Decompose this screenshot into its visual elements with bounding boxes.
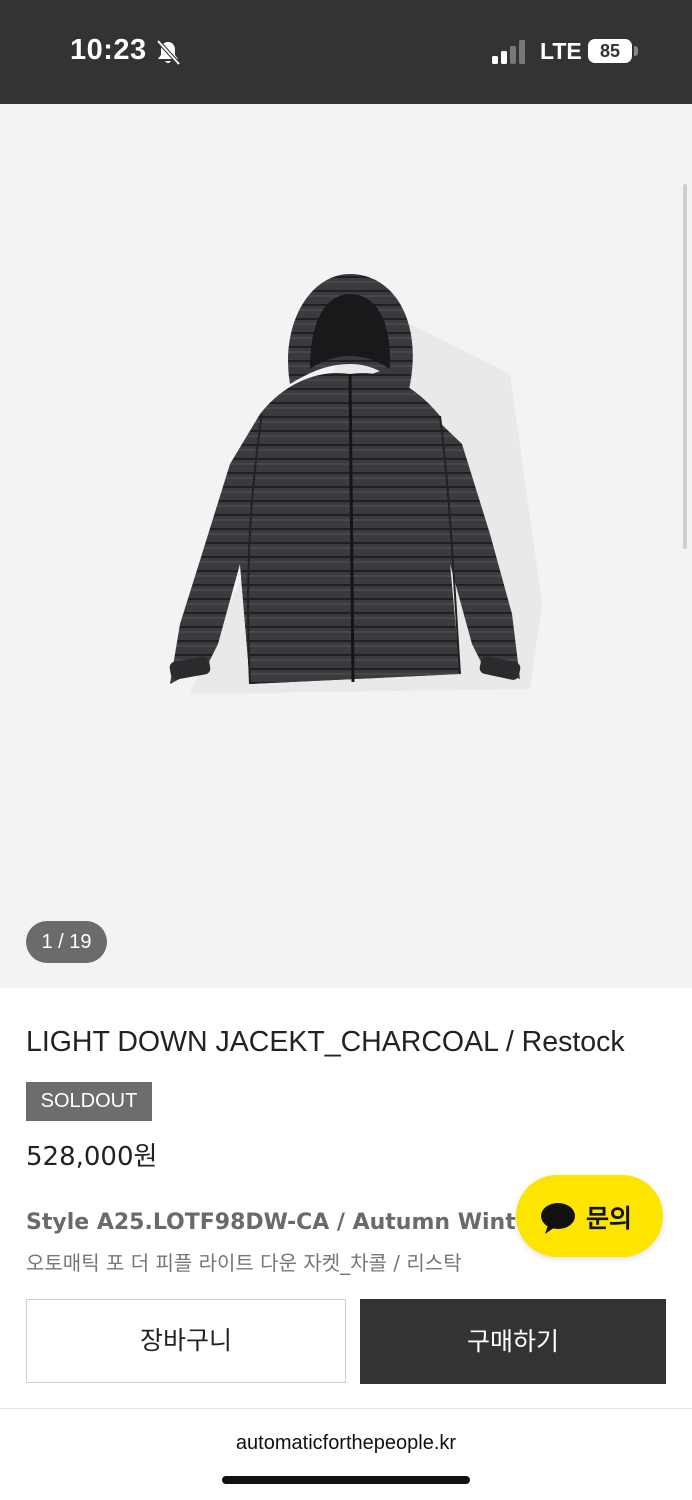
bell-slash-icon — [156, 39, 181, 66]
purchase-action-bar: 장바구니 구매하기 — [0, 1281, 692, 1409]
inquiry-label: 문의 — [586, 1204, 633, 1233]
battery-indicator: 85 — [588, 39, 632, 63]
add-to-cart-button[interactable]: 장바구니 — [26, 1299, 346, 1383]
product-price: 528,000원 — [26, 1142, 158, 1172]
gallery-scrollbar[interactable] — [683, 184, 687, 549]
product-image-gallery[interactable]: 1 / 19 — [0, 104, 692, 988]
url-text[interactable]: automaticforthepeople.kr — [0, 1432, 692, 1455]
soldout-badge: SOLDOUT — [26, 1082, 152, 1121]
image-page-indicator: 1 / 19 — [26, 921, 107, 963]
network-label: LTE — [540, 38, 582, 64]
product-title: LIGHT DOWN JACEKT_CHARCOAL / Restock — [26, 1026, 625, 1058]
buy-now-button[interactable]: 구매하기 — [360, 1299, 666, 1384]
home-indicator[interactable] — [222, 1476, 470, 1484]
signal-icon — [492, 40, 525, 64]
inquiry-chat-button[interactable]: 문의 — [516, 1175, 663, 1257]
product-korean-name: 오토매틱 포 더 피플 라이트 다운 자켓_차콜 / 리스탁 — [26, 1251, 462, 1275]
status-time: 10:23 — [70, 34, 147, 66]
battery-cap — [634, 46, 638, 56]
chat-bubble-icon — [541, 1203, 575, 1234]
status-bar: 10:23 LTE 85 — [0, 0, 692, 104]
jacket-image[interactable] — [150, 264, 550, 694]
browser-url-bar[interactable]: automaticforthepeople.kr — [0, 1410, 692, 1500]
